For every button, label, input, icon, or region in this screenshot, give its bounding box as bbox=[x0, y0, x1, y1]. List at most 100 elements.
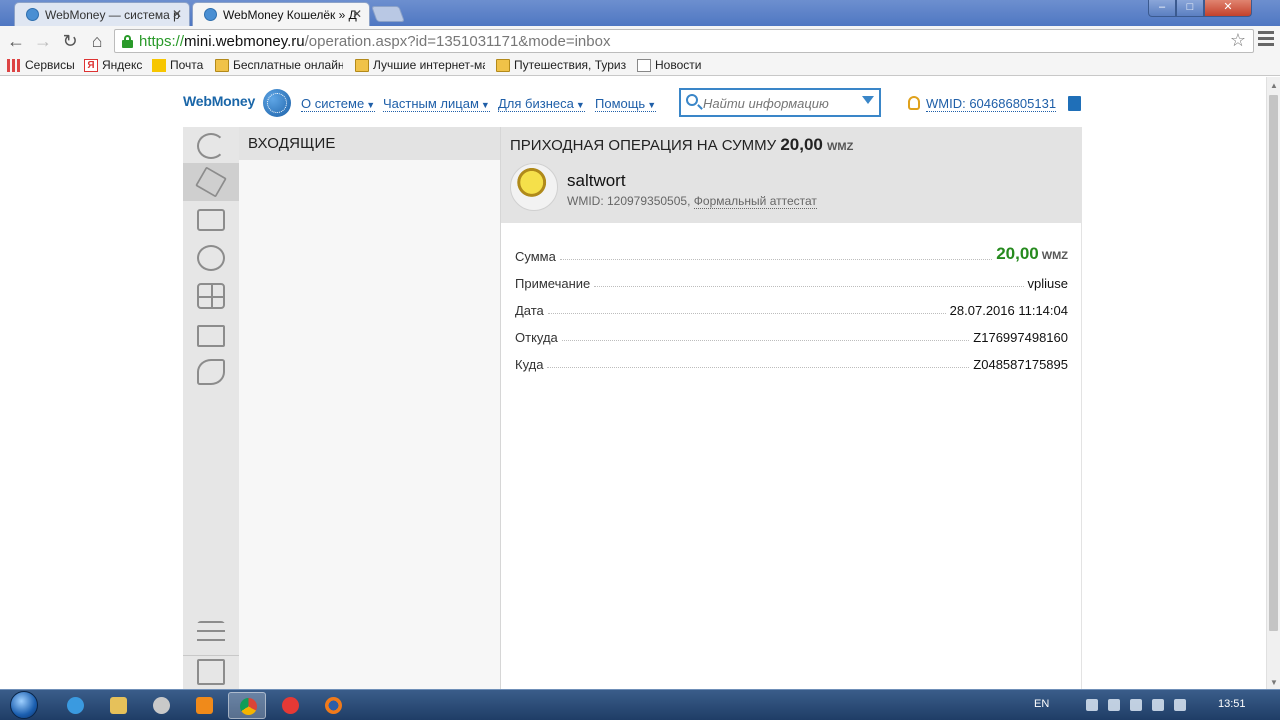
bookmark-news[interactable]: Новости bbox=[637, 58, 701, 72]
tab-close-icon[interactable]: ✕ bbox=[172, 7, 182, 21]
volume-icon[interactable] bbox=[1174, 699, 1186, 711]
taskbar-chrome[interactable] bbox=[228, 692, 266, 719]
window-close-button[interactable]: ✕ bbox=[1204, 0, 1252, 17]
scrollbar-thumb[interactable] bbox=[1269, 95, 1278, 631]
bookmark-star-icon[interactable]: ☆ bbox=[1230, 30, 1246, 51]
services-icon bbox=[197, 283, 225, 309]
yandex-browser-icon bbox=[282, 697, 299, 714]
windows-logo-icon bbox=[10, 691, 38, 719]
sidebar-item-credit[interactable] bbox=[183, 353, 239, 391]
browser-menu-icon[interactable] bbox=[1258, 31, 1274, 49]
folder-icon bbox=[355, 59, 369, 72]
detail-row-to: Куда Z048587175895 bbox=[515, 357, 1068, 372]
sidebar-item-wallets[interactable] bbox=[183, 201, 239, 239]
taskbar-yandex-browser[interactable] bbox=[271, 692, 309, 719]
attestat-link[interactable]: Формальный аттестат bbox=[693, 194, 817, 209]
sidebar-item-settings[interactable] bbox=[183, 615, 239, 653]
sidebar bbox=[183, 127, 247, 689]
exit-icon[interactable] bbox=[1068, 96, 1081, 111]
nav-help[interactable]: Помощь ▼ bbox=[595, 96, 657, 112]
window-maximize-button[interactable]: □ bbox=[1176, 0, 1204, 17]
operation-currency: WMZ bbox=[827, 141, 854, 153]
scroll-up-icon[interactable]: ▲ bbox=[1270, 81, 1278, 90]
taskbar-media-player[interactable] bbox=[185, 692, 223, 719]
bookmark-folder-free-online[interactable]: Бесплатные онлайн и bbox=[215, 58, 343, 72]
bookmark-folder-best-shops[interactable]: Лучшие интернет-ма bbox=[355, 58, 485, 72]
windows-flag-icon[interactable] bbox=[1086, 699, 1098, 711]
hand-icon bbox=[197, 359, 225, 385]
operation-title: ПРИХОДНАЯ ОПЕРАЦИЯ НА СУММУ 20,00 WMZ bbox=[510, 135, 854, 154]
chrome-icon bbox=[240, 698, 257, 715]
peer-wmid: WMID: 120979350505, Формальный аттестат bbox=[567, 194, 817, 209]
sidebar-item-shop[interactable] bbox=[183, 315, 239, 353]
internet-explorer-icon bbox=[67, 697, 84, 714]
detail-row-from: Откуда Z176997498160 bbox=[515, 330, 1068, 345]
scroll-down-icon[interactable]: ▼ bbox=[1270, 678, 1278, 687]
sidebar-item-logout[interactable] bbox=[183, 653, 239, 689]
tab-close-icon[interactable]: ✕ bbox=[352, 7, 362, 21]
bookmark-folder-travel[interactable]: Путешествия, Туризм bbox=[496, 58, 626, 72]
settings-sliders-icon bbox=[197, 621, 225, 647]
page-icon bbox=[637, 59, 651, 72]
search-box[interactable] bbox=[679, 88, 881, 117]
taskbar-firefox[interactable] bbox=[314, 692, 352, 719]
sidebar-item-refresh[interactable] bbox=[183, 127, 239, 165]
app-icon bbox=[153, 697, 170, 714]
chevron-down-icon: ▼ bbox=[480, 100, 490, 110]
back-button[interactable]: ← bbox=[5, 30, 27, 52]
signal-icon[interactable] bbox=[1130, 699, 1142, 711]
operation-amount: 20,00 bbox=[780, 135, 823, 154]
sidebar-item-services[interactable] bbox=[183, 277, 239, 315]
home-button[interactable]: ⌂ bbox=[86, 30, 108, 52]
page-scrollbar[interactable]: ▲ ▼ bbox=[1266, 77, 1280, 689]
webmoney-favicon-icon bbox=[26, 8, 39, 21]
avatar[interactable] bbox=[510, 163, 558, 211]
lock-icon bbox=[122, 35, 133, 48]
folder-icon bbox=[215, 59, 229, 72]
sidebar-item-operations[interactable] bbox=[183, 163, 247, 201]
browser-tab-webmoney-system[interactable]: WebMoney — система р ✕ bbox=[14, 2, 190, 26]
folder-icon bbox=[110, 697, 127, 714]
start-button[interactable] bbox=[4, 690, 44, 720]
bookmark-services[interactable]: Сервисы bbox=[7, 58, 75, 72]
user-icon bbox=[908, 96, 920, 110]
logout-icon bbox=[197, 659, 225, 685]
peer-name[interactable]: saltwort bbox=[567, 171, 626, 191]
folder-icon bbox=[496, 59, 510, 72]
network-icon[interactable] bbox=[1108, 699, 1120, 711]
nav-individuals[interactable]: Частным лицам ▼ bbox=[383, 96, 490, 112]
webmoney-favicon-icon bbox=[204, 8, 217, 21]
detail-row-note: Примечание vpliuse bbox=[515, 276, 1068, 291]
apps-icon bbox=[7, 59, 21, 72]
firefox-icon bbox=[325, 697, 342, 714]
taskbar-internet-explorer[interactable] bbox=[56, 692, 94, 719]
window-minimize-button[interactable]: – bbox=[1148, 0, 1176, 17]
battery-icon[interactable] bbox=[1152, 699, 1164, 711]
reload-button[interactable]: ↻ bbox=[59, 30, 81, 52]
webmoney-logo[interactable]: WebMoney bbox=[183, 93, 255, 109]
bookmark-yandex[interactable]: Я Яндекс bbox=[84, 58, 142, 72]
bookmark-mail[interactable]: Почта bbox=[152, 58, 203, 72]
language-indicator[interactable]: EN bbox=[1034, 698, 1049, 710]
nav-business[interactable]: Для бизнеса ▼ bbox=[498, 96, 585, 112]
address-bar[interactable]: https://mini.webmoney.ru/operation.aspx?… bbox=[114, 29, 1254, 53]
refresh-icon bbox=[197, 133, 225, 159]
box-icon bbox=[195, 166, 227, 198]
sidebar-item-contacts[interactable] bbox=[183, 239, 239, 277]
nav-about-system[interactable]: О системе ▼ bbox=[301, 96, 376, 112]
windows-taskbar: EN 13:51 bbox=[0, 689, 1280, 720]
webmoney-globe-icon[interactable] bbox=[263, 89, 291, 117]
browser-tab-webmoney-wallet[interactable]: WebMoney Кошелёк » Д ✕ bbox=[192, 2, 370, 26]
shopping-bag-icon bbox=[197, 325, 225, 347]
search-dropdown-icon[interactable] bbox=[862, 96, 874, 104]
taskbar-explorer[interactable] bbox=[99, 692, 137, 719]
chevron-down-icon: ▼ bbox=[647, 100, 657, 110]
user-wmid-link[interactable]: WMID: 604686805131 bbox=[908, 96, 1057, 112]
clock[interactable]: 13:51 bbox=[1218, 698, 1246, 710]
search-input[interactable] bbox=[703, 94, 853, 112]
wallet-icon bbox=[197, 209, 225, 231]
new-tab-button[interactable] bbox=[371, 6, 405, 22]
taskbar-app-3[interactable] bbox=[142, 692, 180, 719]
url-text: https://mini.webmoney.ru/operation.aspx?… bbox=[139, 33, 611, 50]
forward-button[interactable]: → bbox=[32, 30, 54, 52]
